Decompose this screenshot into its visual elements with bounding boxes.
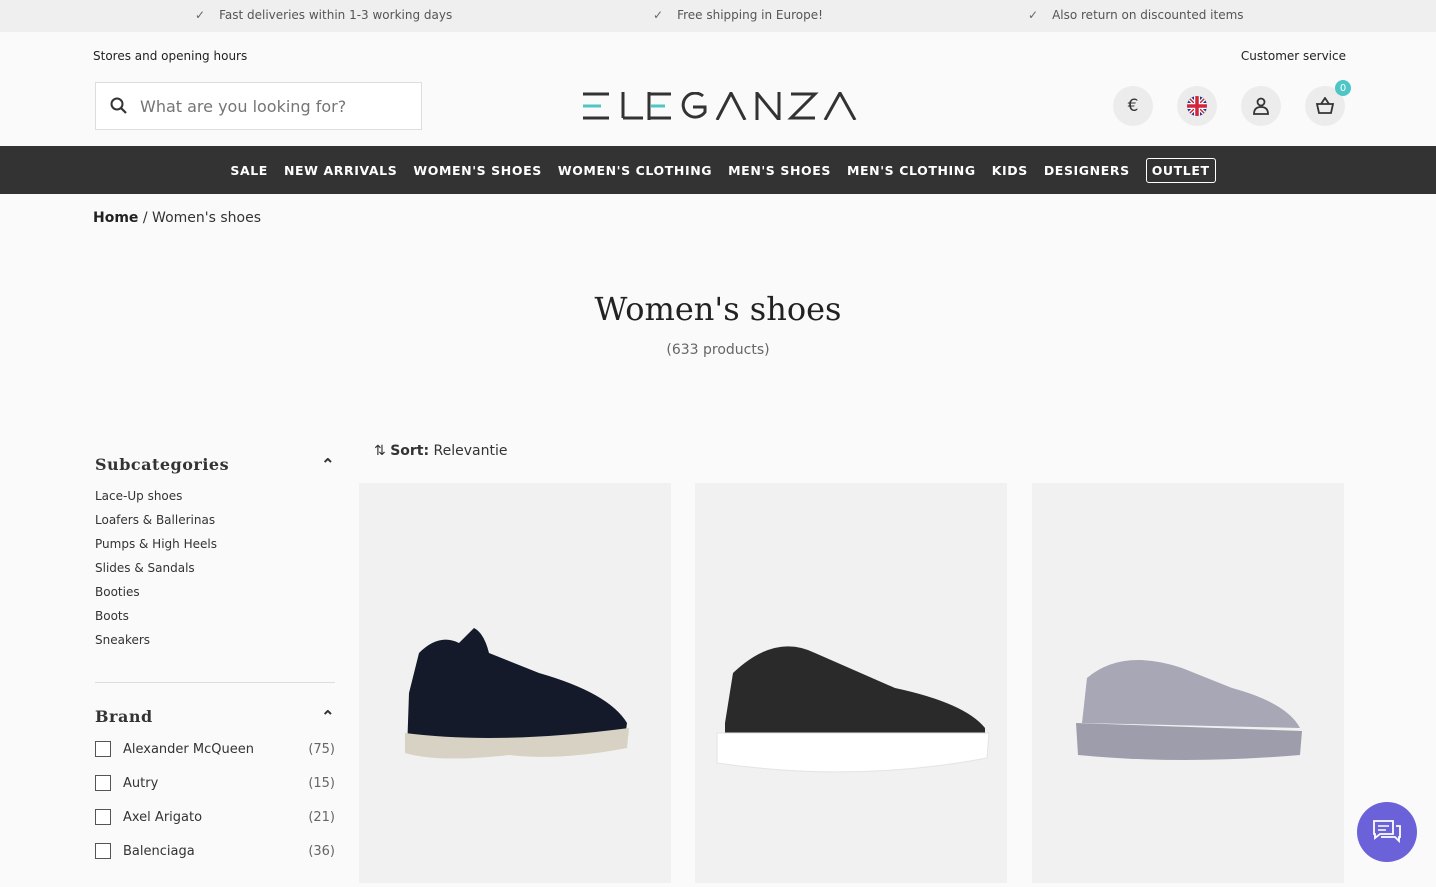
chat-icon bbox=[1373, 820, 1401, 844]
nav-sale[interactable]: SALE bbox=[230, 163, 268, 178]
subcategory-link[interactable]: Slides & Sandals bbox=[95, 556, 335, 580]
account-button[interactable] bbox=[1241, 86, 1281, 126]
nav-outlet[interactable]: OUTLET bbox=[1145, 157, 1216, 183]
language-button[interactable] bbox=[1177, 86, 1217, 126]
nav-new-arrivals[interactable]: NEW ARRIVALS bbox=[284, 163, 397, 178]
uk-flag-icon bbox=[1187, 96, 1207, 116]
basket-icon bbox=[1315, 97, 1335, 114]
usp-bar: ✓ Fast deliveries within 1-3 working days… bbox=[0, 0, 1436, 32]
brand-filter[interactable]: Autry (15) bbox=[95, 766, 335, 800]
chat-button[interactable] bbox=[1357, 802, 1417, 862]
search-input[interactable] bbox=[140, 96, 400, 116]
stores-link[interactable]: Stores and opening hours bbox=[93, 49, 247, 63]
currency-button[interactable]: € bbox=[1113, 86, 1153, 126]
checkbox[interactable] bbox=[95, 775, 111, 791]
divider bbox=[95, 682, 335, 683]
check-icon: ✓ bbox=[195, 8, 206, 22]
brand-filter[interactable]: Axel Arigato (21) bbox=[95, 800, 335, 834]
nav-womens-clothing[interactable]: WOMEN'S CLOTHING bbox=[558, 163, 712, 178]
chevron-up-icon[interactable]: ⌃ bbox=[321, 707, 335, 726]
sort-icon: ⇅ bbox=[374, 443, 386, 459]
nav-womens-shoes[interactable]: WOMEN'S SHOES bbox=[413, 163, 541, 178]
logo[interactable] bbox=[583, 88, 857, 125]
product-card[interactable] bbox=[359, 483, 671, 883]
usp-item: ✓ Fast deliveries within 1-3 working days bbox=[195, 8, 453, 22]
brand-filter[interactable]: Alexander McQueen (75) bbox=[95, 732, 335, 766]
product-image bbox=[405, 628, 629, 759]
nav-mens-shoes[interactable]: MEN'S SHOES bbox=[728, 163, 831, 178]
check-icon: ✓ bbox=[1028, 8, 1039, 22]
subcategory-link[interactable]: Boots bbox=[95, 604, 335, 628]
checkbox[interactable] bbox=[95, 843, 111, 859]
brand-filter[interactable]: Balenciaga (36) bbox=[95, 834, 335, 868]
cart-count-badge: 0 bbox=[1335, 80, 1351, 96]
product-card[interactable] bbox=[695, 483, 1007, 883]
subcategory-link[interactable]: Pumps & High Heels bbox=[95, 532, 335, 556]
breadcrumb: Home / Women's shoes bbox=[93, 210, 261, 226]
subcategory-link[interactable]: Loafers & Ballerinas bbox=[95, 508, 335, 532]
header: Stores and opening hours Customer servic… bbox=[0, 32, 1436, 146]
user-icon bbox=[1253, 97, 1269, 115]
check-icon: ✓ bbox=[653, 8, 664, 22]
subcategory-link[interactable]: Lace-Up shoes bbox=[95, 484, 335, 508]
search-icon bbox=[110, 97, 127, 114]
eleganza-logo bbox=[583, 88, 857, 125]
product-card[interactable] bbox=[1032, 483, 1344, 883]
sort-dropdown[interactable]: ⇅ Sort: Relevantie bbox=[374, 443, 508, 459]
subcategory-link[interactable]: Booties bbox=[95, 580, 335, 604]
cart-button[interactable]: 0 bbox=[1305, 80, 1351, 126]
checkbox[interactable] bbox=[95, 809, 111, 825]
brand-header[interactable]: Brand ⌃ bbox=[95, 707, 335, 726]
subcategory-link[interactable]: Sneakers bbox=[95, 628, 335, 652]
filters-sidebar: Subcategories ⌃ Lace-Up shoes Loafers & B… bbox=[95, 455, 335, 868]
product-image bbox=[1076, 660, 1302, 760]
product-image bbox=[716, 646, 990, 773]
nav-mens-clothing[interactable]: MEN'S CLOTHING bbox=[847, 163, 976, 178]
search-box[interactable] bbox=[95, 82, 422, 130]
chevron-up-icon[interactable]: ⌃ bbox=[321, 455, 335, 474]
nav-kids[interactable]: KIDS bbox=[992, 163, 1028, 178]
checkbox[interactable] bbox=[95, 741, 111, 757]
usp-item: ✓ Also return on discounted items bbox=[1028, 8, 1244, 22]
usp-item: ✓ Free shipping in Europe! bbox=[653, 8, 823, 22]
page-title: Women's shoes bbox=[594, 290, 842, 328]
breadcrumb-current: Women's shoes bbox=[152, 210, 261, 226]
nav-designers[interactable]: DESIGNERS bbox=[1044, 163, 1130, 178]
subcategories-header[interactable]: Subcategories ⌃ bbox=[95, 455, 335, 474]
main-nav: SALE NEW ARRIVALS WOMEN'S SHOES WOMEN'S … bbox=[0, 146, 1436, 194]
customer-service-link[interactable]: Customer service bbox=[1241, 49, 1346, 63]
product-count: (633 products) bbox=[666, 342, 770, 358]
breadcrumb-home[interactable]: Home bbox=[93, 210, 138, 226]
